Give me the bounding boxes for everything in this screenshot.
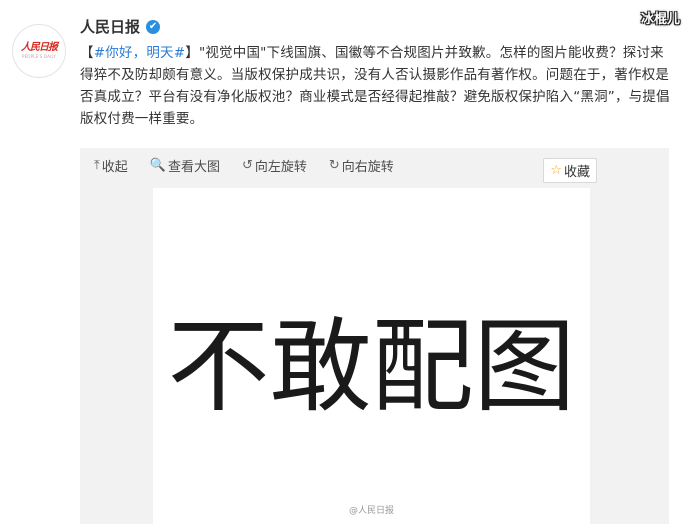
corner-watermark: 冰棍儿 xyxy=(640,12,680,27)
image-main-text: 不敢配图 xyxy=(167,308,576,427)
magnifier-icon: 🔍 xyxy=(149,158,166,173)
rotate-right-icon: ↻ xyxy=(328,158,340,173)
view-large-label: 查看大图 xyxy=(167,160,220,175)
collapse-label: 收起 xyxy=(101,160,128,175)
favorite-button[interactable]: ☆ 收藏 xyxy=(543,158,597,183)
view-large-button[interactable]: 🔍 查看大图 xyxy=(150,156,220,175)
media-toolbar: ⤒ 收起 🔍 查看大图 ↺ 向左旋转 ↻ 向右旋转 xyxy=(94,156,394,175)
media-viewer: ⤒ 收起 🔍 查看大图 ↺ 向左旋转 ↻ 向右旋转 ☆ 收藏 不敢配图 @人民日… xyxy=(80,148,669,524)
hashtag-link[interactable]: #你好，明天# xyxy=(94,45,186,61)
rotate-right-label: 向右旋转 xyxy=(341,160,394,175)
bracket-close: 】 xyxy=(185,45,199,61)
favorite-label: 收藏 xyxy=(563,165,590,180)
image-watermark: @人民日报 xyxy=(348,506,394,516)
star-icon: ☆ xyxy=(550,163,562,178)
avatar[interactable]: 人民日报 PEOPLE'S DAILY xyxy=(12,24,66,78)
collapse-icon: ⤒ xyxy=(94,158,100,173)
avatar-logo-text: 人民日报 xyxy=(21,42,58,53)
collapse-button[interactable]: ⤒ 收起 xyxy=(94,156,128,175)
rotate-left-icon: ↺ xyxy=(241,158,253,173)
avatar-logo-subtext: PEOPLE'S DAILY xyxy=(21,54,57,59)
rotate-right-button[interactable]: ↻ 向右旋转 xyxy=(329,156,394,175)
post-header: 人民日报 ✔ xyxy=(80,16,161,37)
post-body: 【#你好，明天#】"视觉中国"下线国旗、国徽等不合规图片并致歉。怎样的图片能收费… xyxy=(80,42,676,130)
rotate-left-label: 向左旋转 xyxy=(254,160,307,175)
post-image[interactable]: 不敢配图 @人民日报 xyxy=(153,188,590,524)
rotate-left-button[interactable]: ↺ 向左旋转 xyxy=(242,156,307,175)
bracket-open: 【 xyxy=(80,45,94,61)
username-link[interactable]: 人民日报 xyxy=(80,16,140,37)
verified-icon: ✔ xyxy=(146,19,161,34)
